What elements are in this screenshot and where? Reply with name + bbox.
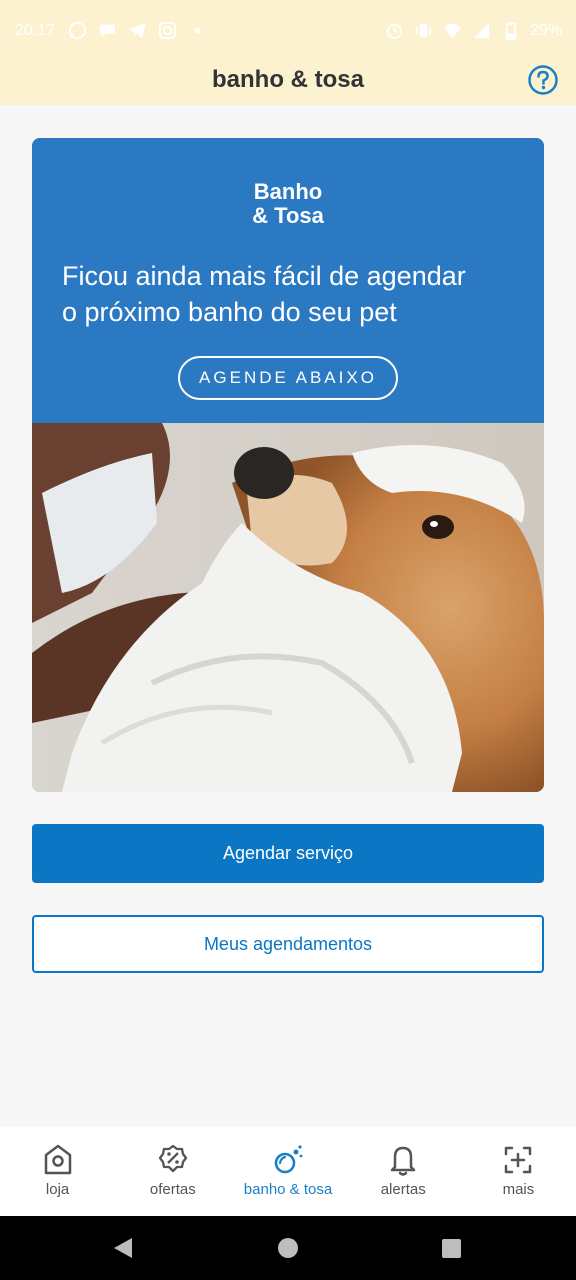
discount-badge-icon [158,1144,187,1173]
nav-item-mais[interactable]: mais [461,1127,576,1216]
nav-label: mais [502,1181,535,1198]
dog-grooming-photo [32,423,544,792]
system-nav-bar [0,1216,576,1280]
bath-bubbles-icon [274,1145,303,1174]
chat-bubble-icon [99,24,116,38]
nav-item-alertas[interactable]: alertas [346,1127,461,1216]
help-circle-icon[interactable] [527,64,559,96]
store-icon [44,1144,71,1175]
headline-line-1: Ficou ainda mais fácil de agendar [62,261,466,291]
status-bar: 20:17 29% [0,0,576,56]
instagram-icon [158,21,177,40]
banner-cta-pill: AGENDE ABAIXO [178,356,398,400]
headline-line-2: o próximo banho do seu pet [62,297,397,327]
bottom-navigation: loja ofertas banho & tosa alertas mais [0,1127,576,1216]
banner-brand: Banho & Tosa [32,180,544,228]
nav-label: banho & tosa [243,1181,333,1198]
brand-line-1: Banho [253,179,323,204]
vibrate-icon [415,23,432,38]
alarm-icon [386,23,403,40]
nav-label: ofertas [149,1181,196,1198]
nav-label: loja [45,1181,70,1198]
system-status-icons: 29% [385,21,562,40]
notification-icons [68,21,207,40]
nav-item-banho-tosa[interactable]: banho & tosa [230,1127,345,1216]
battery-icon [505,21,517,40]
home-icon[interactable] [278,1238,298,1258]
brand-line-2: & Tosa [252,203,324,228]
nav-item-loja[interactable]: loja [0,1127,115,1216]
signal-icon [473,22,490,39]
recent-apps-icon[interactable] [442,1239,461,1258]
banner-text-area: Banho & Tosa Ficou ainda mais fácil de a… [32,138,544,423]
promo-banner[interactable]: Banho & Tosa Ficou ainda mais fácil de a… [32,138,544,792]
banner-headline: Ficou ainda mais fácil de agendar o próx… [62,258,524,330]
telegram-icon [128,22,147,39]
wifi-icon [443,23,462,39]
nav-label: alertas [380,1181,426,1198]
back-icon[interactable] [112,1237,134,1259]
status-time: 20:17 [15,22,56,39]
add-square-icon [505,1146,532,1174]
nav-item-ofertas[interactable]: ofertas [115,1127,230,1216]
page-title: banho & tosa [211,66,364,93]
whatsapp-icon [68,21,87,40]
bell-icon [390,1146,416,1176]
my-appointments-button[interactable]: Meus agendamentos [32,915,544,973]
dot-icon [194,27,201,34]
app-header: banho & tosa [0,56,576,105]
battery-percent: 29% [529,21,562,39]
schedule-service-button[interactable]: Agendar serviço [32,824,544,883]
